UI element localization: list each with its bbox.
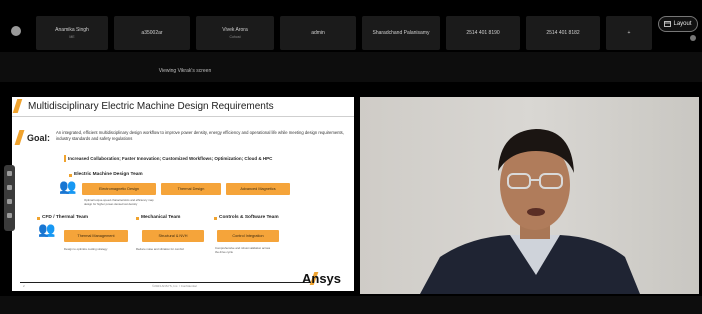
presenter-video bbox=[360, 97, 699, 294]
participant-tile[interactable]: Vivek Arora Cohost bbox=[196, 16, 274, 50]
participant-name: admin bbox=[311, 29, 325, 36]
em-chip: Advanced Magnetics bbox=[226, 183, 290, 195]
em-team-title: Electric Machine Design Team bbox=[74, 172, 143, 177]
em-chip: Thermal Design bbox=[161, 183, 221, 195]
participant-name: 2514 401 8190 bbox=[466, 29, 500, 36]
pointer-tool-icon[interactable] bbox=[7, 171, 12, 176]
participant-name: Sharadchand Palanisamy bbox=[372, 29, 430, 36]
menu-dot-icon[interactable] bbox=[11, 26, 21, 36]
participant-tile[interactable]: a35002ar bbox=[114, 16, 190, 50]
slide-title: Multidisciplinary Electric Machine Desig… bbox=[28, 101, 274, 112]
title-accent-bar bbox=[12, 99, 23, 113]
participant-tile[interactable]: admin bbox=[280, 16, 356, 50]
page-number: 2 bbox=[23, 284, 25, 288]
mech-chip: Structural & NVH bbox=[142, 230, 204, 242]
participant-bar: Anamika Singh ME a35002ar Vivek Arora Co… bbox=[0, 0, 702, 52]
theme-text: Increased Collaboration; Faster Innovati… bbox=[68, 156, 273, 161]
eraser-tool-icon[interactable] bbox=[7, 213, 12, 218]
footer-copyright: ©2023 ANSYS, Inc. / Confidential bbox=[152, 284, 197, 288]
layout-button-label: Layout bbox=[673, 21, 692, 27]
participant-name: Anamika Singh bbox=[55, 26, 89, 33]
controls-chip: Control Integration bbox=[217, 230, 279, 242]
cfd-team-title: CFD / Thermal Team bbox=[42, 215, 89, 220]
mech-team-title: Mechanical Team bbox=[141, 215, 181, 220]
participant-tile[interactable]: 2514 401 8182 bbox=[526, 16, 600, 50]
participant-role: ME bbox=[69, 34, 75, 39]
title-divider bbox=[12, 116, 354, 117]
ansys-logo: Ansys bbox=[302, 271, 342, 286]
grid-layout-icon bbox=[664, 21, 672, 27]
goal-accent-bar bbox=[14, 130, 25, 145]
shared-slide: Multidisciplinary Electric Machine Desig… bbox=[12, 97, 354, 291]
em-chip: Electromagnetic Design bbox=[82, 183, 156, 195]
cfd-team-desc: Design to optimize cooling strategy bbox=[64, 247, 108, 251]
goal-label: Goal: bbox=[27, 133, 51, 143]
pen-tool-icon[interactable] bbox=[7, 185, 12, 190]
em-team-desc: design for higher power-dense/cost densi… bbox=[84, 202, 138, 206]
participant-tile[interactable]: + bbox=[606, 16, 652, 50]
participant-name: Vivek Arora bbox=[222, 26, 248, 33]
participant-name: + bbox=[627, 29, 631, 36]
team-bullet bbox=[214, 217, 217, 220]
participant-tile[interactable]: 2514 401 8190 bbox=[446, 16, 520, 50]
controls-team-desc: the drive cycle bbox=[215, 250, 233, 254]
team-bullet bbox=[37, 217, 40, 220]
goal-text: An integrated, efficient multidisciplina… bbox=[56, 130, 344, 141]
team-bullet bbox=[69, 174, 72, 177]
annotation-toolbar bbox=[4, 165, 15, 231]
team-people-icon: 👥 bbox=[59, 178, 77, 194]
participant-tile[interactable]: Sharadchand Palanisamy bbox=[362, 16, 440, 50]
cfd-chip: Thermal Management bbox=[64, 230, 128, 242]
mech-team-desc: Reduce noise and vibration for comfort bbox=[136, 247, 185, 251]
participant-role: Cohost bbox=[229, 34, 241, 39]
participant-name: a35002ar bbox=[141, 29, 163, 36]
viewing-status: Viewing Vikrak's screen bbox=[158, 68, 212, 74]
team-people-icon: 👥 bbox=[38, 221, 56, 237]
participant-tile[interactable]: Anamika Singh ME bbox=[36, 16, 108, 50]
participant-name: 2514 401 8182 bbox=[546, 29, 580, 36]
highlight-tool-icon[interactable] bbox=[7, 199, 12, 204]
theme-accent-bar bbox=[64, 155, 66, 162]
options-dot-icon[interactable] bbox=[690, 35, 696, 41]
presenter-webcam-image bbox=[360, 97, 699, 294]
team-bullet bbox=[136, 217, 139, 220]
layout-button[interactable]: Layout bbox=[658, 16, 698, 32]
controls-team-title: Controls & Software Team bbox=[219, 215, 279, 220]
footer-line bbox=[20, 282, 310, 283]
